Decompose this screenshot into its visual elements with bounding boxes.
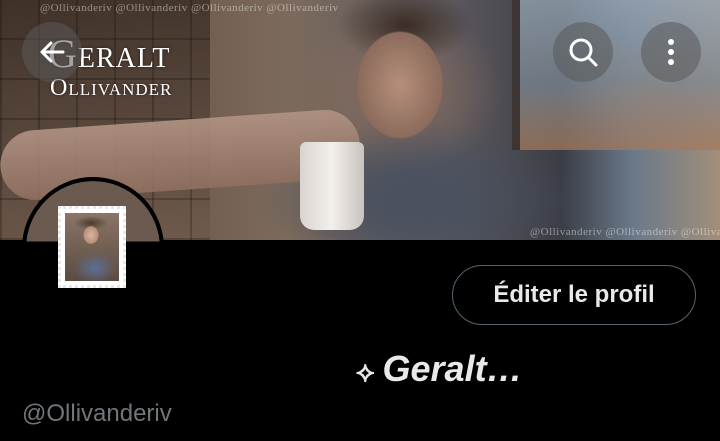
banner-watermark-lower: @Ollivanderiv @Ollivanderiv @Ollivanderi… [530,226,720,238]
edit-profile-button[interactable]: Éditer le profil [452,265,696,325]
back-button[interactable] [22,22,82,82]
search-icon [569,38,598,67]
banner-watermark: @Ollivanderiv @Ollivanderiv @Ollivanderi… [40,2,339,14]
search-button[interactable] [553,22,613,82]
display-name-text: Geralt… [382,348,523,389]
banner-mug-figure [300,142,364,230]
avatar-stamp-frame[interactable] [58,206,126,288]
display-name: ⟡ Geralt… [356,348,523,390]
more-options-button[interactable] [641,22,701,82]
more-vertical-icon [668,39,674,65]
avatar-photo [65,213,119,281]
sparkle-icon: ⟡ [356,356,375,387]
arrow-left-icon [40,41,65,63]
user-handle: @Ollivanderiv [22,400,172,427]
banner-title-last: Ollivander [50,75,173,101]
